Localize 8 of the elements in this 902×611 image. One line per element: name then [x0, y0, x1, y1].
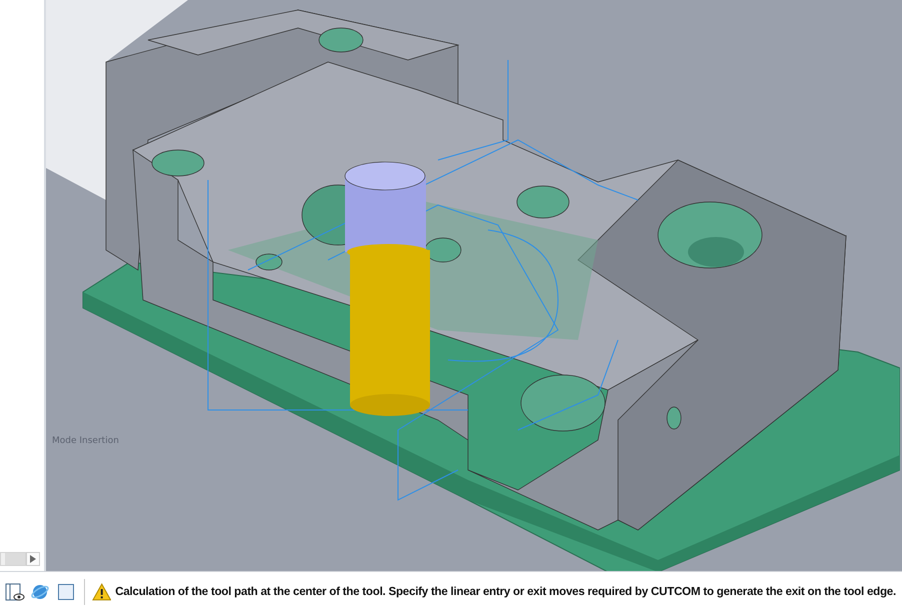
scroll-right-button[interactable]: [26, 552, 40, 566]
panel-view-icon[interactable]: [4, 580, 26, 602]
horizontal-scrollbar[interactable]: [0, 552, 26, 566]
mode-label: Mode Insertion: [52, 436, 119, 446]
right-arrow-icon: [30, 555, 36, 563]
3d-viewport[interactable]: Mode Insertion: [46, 0, 902, 571]
status-message: Calculation of the tool path at the center of the tool. Specify the linear entry or exit moves required by CUTCOM to generate the exit on the tool edge.: [115, 585, 896, 598]
warning-icon: [92, 582, 112, 600]
